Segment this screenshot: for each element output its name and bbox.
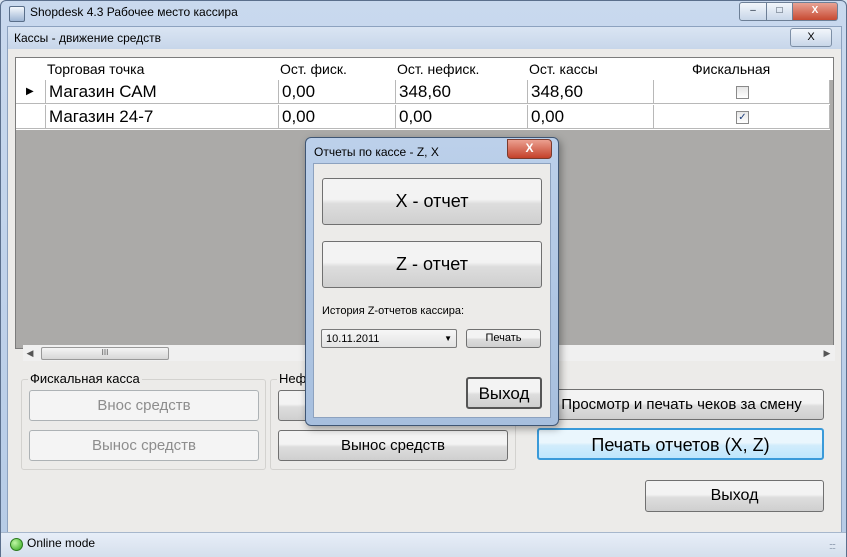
cell-point[interactable]: Магазин САМ xyxy=(46,80,279,104)
cell-cash[interactable]: 0,00 xyxy=(528,105,654,129)
row-header[interactable]: ▶ xyxy=(16,80,46,104)
view-receipts-button[interactable]: Просмотр и печать чеков за смену xyxy=(539,389,824,420)
column-header-point[interactable]: Торговая точка xyxy=(47,61,144,77)
child-title-bar[interactable]: Кассы - движение средств X xyxy=(8,27,841,49)
status-bar: Online mode :::: xyxy=(1,532,846,557)
current-row-marker-icon: ▶ xyxy=(26,86,34,97)
nonfiscal-group-label: Неф xyxy=(277,371,309,386)
child-close-button[interactable]: X xyxy=(790,28,832,47)
fiscal-group: Фискальная касса Внос средств Вынос сред… xyxy=(21,371,266,470)
table-row[interactable]: ▶ Магазин САМ 0,00 348,60 348,60 xyxy=(16,80,830,105)
dialog-exit-button[interactable]: Выход xyxy=(466,377,542,409)
close-button[interactable]: X xyxy=(792,2,838,21)
dialog-print-button[interactable]: Печать xyxy=(466,329,541,348)
scroll-thumb[interactable]: III xyxy=(41,347,169,360)
fiscal-group-label: Фискальная касса xyxy=(28,371,142,386)
cell-fiscal[interactable] xyxy=(654,80,830,104)
resize-grip-icon[interactable]: :::: xyxy=(829,541,836,551)
fiscal-checkbox[interactable] xyxy=(736,86,749,99)
nonfiscal-withdraw-button[interactable]: Вынос средств xyxy=(278,430,508,461)
cell-point[interactable]: Магазин 24-7 xyxy=(46,105,279,129)
print-reports-button[interactable]: Печать отчетов (X, Z) xyxy=(537,428,824,460)
child-window-title: Кассы - движение средств xyxy=(14,31,162,45)
cell-cash[interactable]: 348,60 xyxy=(528,80,654,104)
z-history-label: История Z-отчетов кассира: xyxy=(322,305,465,317)
scroll-left-icon[interactable]: ◀ xyxy=(23,345,37,361)
chevron-down-icon[interactable]: ▼ xyxy=(444,330,452,348)
column-header-fisc[interactable]: Ост. фиск. xyxy=(280,61,347,77)
fiscal-checkbox-checked[interactable]: ✓ xyxy=(736,111,749,124)
cell-nonfisc[interactable]: 348,60 xyxy=(396,80,528,104)
maximize-button[interactable]: □ xyxy=(766,2,793,21)
exit-button[interactable]: Выход xyxy=(645,480,824,512)
row-header[interactable] xyxy=(16,105,46,129)
column-header-fiscal[interactable]: Фискальная xyxy=(692,61,770,77)
z-history-date-value: 10.11.2011 xyxy=(326,333,380,345)
app-icon xyxy=(9,6,25,22)
column-header-nonfisc[interactable]: Ост. нефиск. xyxy=(397,61,479,77)
z-history-date-select[interactable]: 10.11.2011 ▼ xyxy=(321,329,457,348)
dialog-body: X - отчет Z - отчет История Z-отчетов ка… xyxy=(313,163,551,418)
x-report-button[interactable]: X - отчет xyxy=(322,178,542,225)
table-row[interactable]: Магазин 24-7 0,00 0,00 0,00 ✓ xyxy=(16,105,830,130)
online-status-icon xyxy=(10,538,23,551)
cell-fisc[interactable]: 0,00 xyxy=(279,105,396,129)
z-report-button[interactable]: Z - отчет xyxy=(322,241,542,288)
fiscal-withdraw-button[interactable]: Вынос средств xyxy=(29,430,259,461)
scroll-right-icon[interactable]: ▶ xyxy=(820,345,834,361)
cell-fisc[interactable]: 0,00 xyxy=(279,80,396,104)
window-title: Shopdesk 4.3 Рабочее место кассира xyxy=(30,5,238,19)
minimize-button[interactable]: ‒ xyxy=(739,2,767,21)
grid-header: Торговая точка Ост. фиск. Ост. нефиск. О… xyxy=(16,58,833,80)
dialog-title: Отчеты по кассе - Z, X xyxy=(314,145,439,159)
column-header-cash[interactable]: Ост. кассы xyxy=(529,61,598,77)
fiscal-deposit-button[interactable]: Внос средств xyxy=(29,390,259,421)
reports-dialog: Отчеты по кассе - Z, X X X - отчет Z - о… xyxy=(305,137,559,426)
title-bar[interactable]: Shopdesk 4.3 Рабочее место кассира ‒ □ X xyxy=(1,1,846,25)
dialog-close-button[interactable]: X xyxy=(507,139,552,159)
cell-fiscal[interactable]: ✓ xyxy=(654,105,830,129)
cell-nonfisc[interactable]: 0,00 xyxy=(396,105,528,129)
status-mode: Online mode xyxy=(27,536,96,550)
